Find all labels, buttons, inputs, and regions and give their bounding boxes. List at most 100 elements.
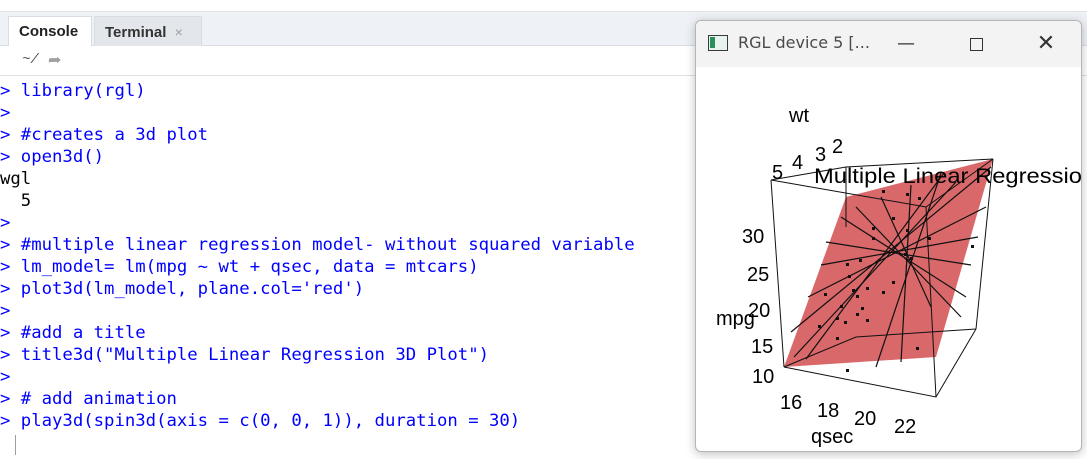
mpg-tick: 25 (747, 264, 769, 286)
console-prompt: > (0, 147, 11, 167)
close-button[interactable]: ✕ (1024, 29, 1068, 59)
console-prompt: > (0, 279, 11, 299)
data-point (840, 305, 843, 308)
qsec-tick: 20 (854, 408, 876, 430)
console-prompt: > (0, 411, 11, 431)
console-output-text: wgl (0, 169, 32, 189)
rgl-device-window[interactable]: RGL device 5 [... — ✕ Multiple Linear Re… (695, 20, 1082, 452)
console-line: > play3d(spin3d(axis = c(0, 0, 1)), dura… (0, 410, 700, 432)
rgl-titlebar[interactable]: RGL device 5 [... — ✕ (696, 21, 1081, 67)
console-line: > library(rgl) (0, 80, 700, 102)
data-point (916, 347, 919, 350)
qsec-tick: 18 (817, 400, 839, 422)
data-point (846, 263, 849, 266)
console-prompt: > (0, 103, 11, 123)
data-point (866, 287, 869, 290)
console-command: lm_model= lm(mpg ~ wt + qsec, data = mtc… (10, 257, 479, 277)
data-point (892, 217, 895, 220)
console-cursor (15, 435, 16, 455)
tab-terminal[interactable]: Terminal × (94, 16, 202, 46)
console-line: > (0, 212, 700, 234)
console-prompt: > (0, 235, 11, 255)
console-line: > (0, 102, 700, 124)
maximize-button[interactable] (954, 29, 998, 59)
console-command: open3d() (10, 147, 105, 167)
mpg-tick: 30 (742, 226, 764, 248)
wt-axis-label: wt (788, 105, 809, 127)
console-command: #multiple linear regression model- witho… (10, 235, 635, 255)
tab-terminal-label: Terminal (105, 24, 167, 41)
console-line: > (0, 300, 700, 322)
data-point (861, 307, 864, 310)
data-point (971, 245, 974, 248)
console-line: 5 (0, 190, 700, 212)
console-command: library(rgl) (10, 81, 146, 101)
console-command: #creates a 3d plot (10, 125, 209, 145)
console-prompt: > (0, 125, 11, 145)
close-icon[interactable]: × (175, 24, 183, 40)
top-strip (0, 0, 1087, 12)
data-point (846, 369, 849, 372)
console-prompt: > (0, 301, 11, 321)
data-point (856, 313, 859, 316)
data-point (836, 317, 839, 320)
qsec-tick: 16 (780, 392, 802, 414)
rgl-window-title: RGL device 5 [... (738, 33, 870, 52)
console-line: > #add a title (0, 322, 700, 344)
console-command: # add animation (10, 389, 177, 409)
mpg-tick: 20 (748, 300, 770, 322)
console-command: #add a title (10, 323, 146, 343)
data-point (866, 319, 869, 322)
forward-arrow-icon[interactable]: ➦ (48, 50, 61, 70)
rgl-app-icon (708, 35, 728, 51)
mpg-tick: 15 (751, 336, 773, 358)
console-prompt: > (0, 81, 11, 101)
data-point (910, 257, 913, 260)
wt-tick: 3 (815, 144, 826, 166)
data-point (824, 293, 827, 296)
console-line: > open3d() (0, 146, 700, 168)
console-line: > (0, 366, 700, 388)
console-line: > #creates a 3d plot (0, 124, 700, 146)
wt-tick: 2 (832, 136, 843, 158)
console-line: > #multiple linear regression model- wit… (0, 234, 700, 256)
console-prompt: > (0, 345, 11, 365)
console-output[interactable]: > library(rgl) > > #creates a 3d plot > ope… (0, 80, 700, 459)
console-line: > # add animation (0, 388, 700, 410)
qsec-tick: 22 (894, 416, 916, 438)
console-command: title3d("Multiple Linear Regression 3D P… (10, 345, 489, 365)
data-point (882, 291, 885, 294)
minimize-button[interactable]: — (884, 29, 928, 59)
console-prompt: > (0, 323, 11, 343)
tab-console[interactable]: Console (8, 16, 92, 46)
data-point (856, 295, 859, 298)
console-prompt: > (0, 257, 11, 277)
wt-tick: 5 (772, 162, 783, 184)
console-prompt: > (0, 389, 11, 409)
working-directory[interactable]: ~/ (22, 52, 39, 68)
rgl-3d-plot[interactable]: Multiple Linear Regressio wt 5 4 3 2 mpg… (696, 67, 1082, 452)
data-point (844, 321, 847, 324)
data-point (872, 227, 875, 230)
plot-title: Multiple Linear Regressio (814, 165, 1082, 188)
qsec-axis-label: qsec (811, 426, 853, 448)
data-point (836, 337, 839, 340)
data-point (918, 197, 921, 200)
maximize-icon (969, 37, 983, 51)
console-line: > lm_model= lm(mpg ~ wt + qsec, data = m… (0, 256, 700, 278)
data-point (852, 289, 855, 292)
console-line: > title3d("Multiple Linear Regression 3D… (0, 344, 700, 366)
tab-console-label: Console (19, 23, 79, 40)
data-point (872, 237, 875, 240)
data-point (859, 259, 862, 262)
console-command: play3d(spin3d(axis = c(0, 0, 1)), durati… (10, 411, 521, 431)
console-prompt: > (0, 367, 11, 387)
console-command: plot3d(lm_model, plane.col='red') (10, 279, 365, 299)
data-point (906, 229, 909, 232)
data-point (848, 275, 851, 278)
data-point (904, 253, 907, 256)
data-point (882, 190, 885, 193)
data-point (818, 325, 821, 328)
console-line: > plot3d(lm_model, plane.col='red') (0, 278, 700, 300)
data-point (928, 237, 931, 240)
